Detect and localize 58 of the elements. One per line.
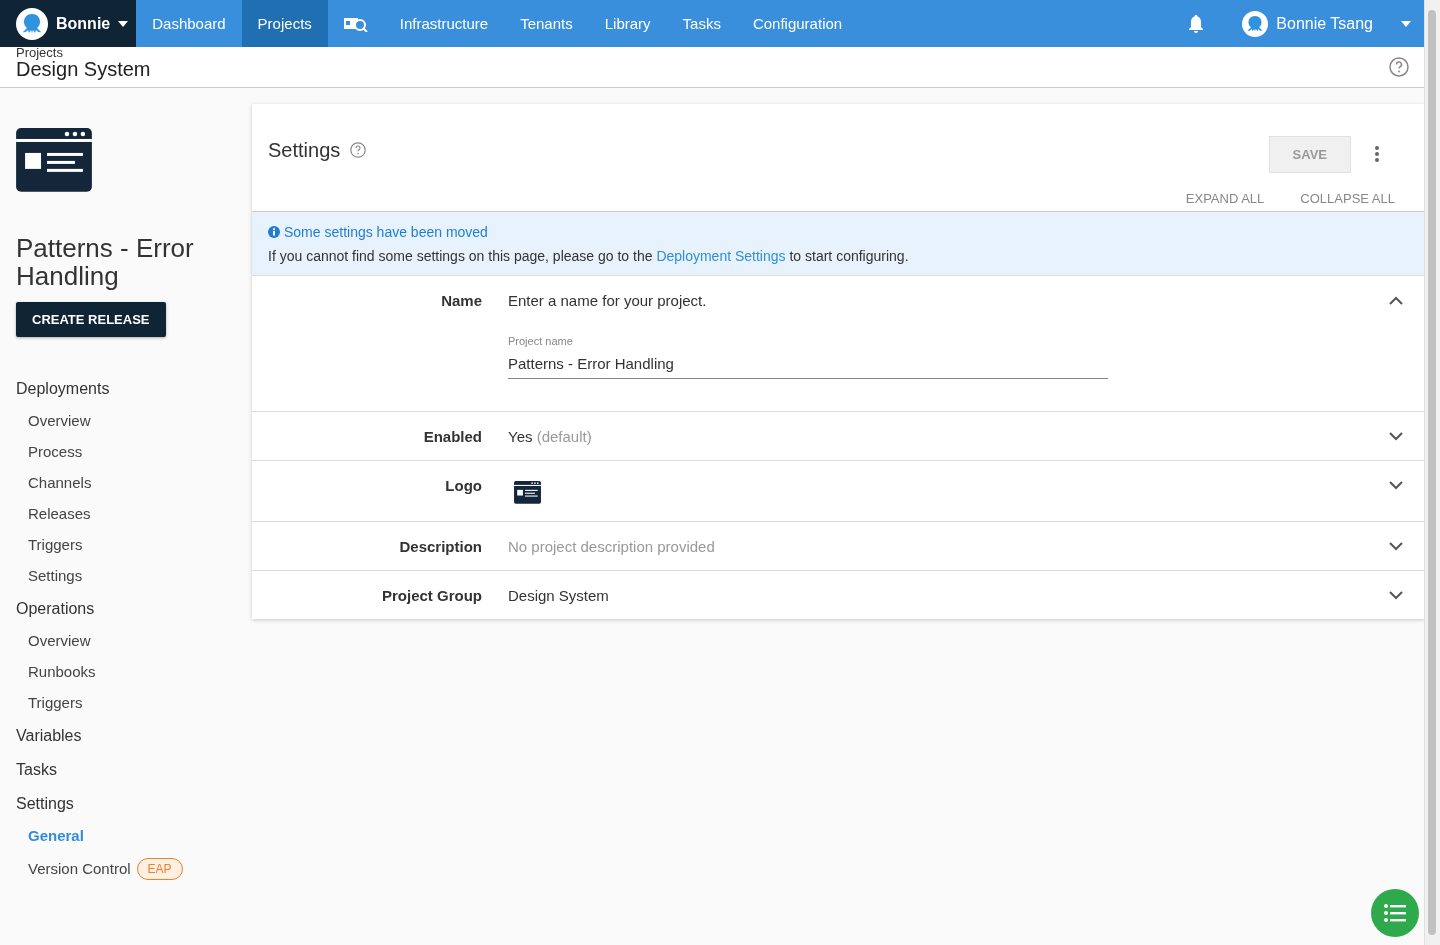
sidebar-item[interactable]: Runbooks — [28, 662, 96, 680]
sidebar-item[interactable]: Releases — [28, 504, 91, 522]
logo-icon — [514, 481, 541, 504]
sidebar-item[interactable]: Channels — [28, 473, 92, 491]
setting-value: Design System — [508, 586, 609, 604]
project-logo-icon — [16, 128, 92, 192]
setting-label: Logo — [445, 477, 482, 494]
sidebar-section[interactable]: Variables — [16, 717, 252, 752]
field-label: Project name — [508, 335, 574, 347]
scrollbar[interactable] — [1424, 0, 1440, 945]
collapse-all-link[interactable]: COLLAPSE ALL — [1294, 190, 1401, 207]
eap-badge: EAP — [136, 857, 183, 880]
help-icon[interactable] — [1389, 57, 1409, 77]
task-list-button[interactable] — [1371, 889, 1419, 937]
breadcrumb-link[interactable]: Projects — [16, 47, 1389, 58]
default-hint: (default) — [536, 428, 592, 445]
setting-label: Enabled — [423, 428, 482, 445]
bell-icon — [1188, 14, 1205, 33]
project-name: Patterns - Error Handling — [16, 233, 195, 290]
card-title: Settings — [268, 139, 341, 162]
create-release-button[interactable]: CREATE RELEASE — [16, 301, 166, 337]
chevron-down-icon[interactable] — [1389, 432, 1403, 441]
more-options-icon[interactable] — [1375, 146, 1379, 162]
sidebar-section[interactable]: Tasks — [16, 751, 252, 786]
caret-icon — [118, 20, 129, 27]
setting-label: Project Group — [382, 586, 482, 604]
sidebar-section[interactable]: Deployments — [16, 370, 252, 405]
sidebar-section[interactable]: Operations — [16, 590, 252, 625]
chevron-down-icon[interactable] — [1389, 590, 1403, 600]
help-text: Enter a name for your project. — [508, 292, 707, 309]
banner-text: If you cannot find some settings on this page, please go to the Deployment Settings to start configuring. — [268, 248, 910, 264]
sidebar-item[interactable]: Triggers — [28, 535, 83, 553]
avatar-icon — [1242, 10, 1269, 37]
setting-label: Name — [441, 292, 482, 309]
project-name-field[interactable]: Patterns - Error Handling — [508, 347, 1108, 379]
sidebar-item[interactable]: Settings — [28, 566, 83, 584]
info-icon — [268, 226, 280, 238]
search-icon — [343, 15, 368, 32]
setting-value: No project description provided — [508, 537, 715, 555]
setting-label: Description — [399, 537, 482, 555]
sidebar-item[interactable]: Overview — [28, 631, 91, 649]
expand-all-link[interactable]: EXPAND ALL — [1179, 190, 1271, 207]
chevron-down-icon[interactable] — [1389, 541, 1403, 551]
list-icon — [1384, 904, 1406, 922]
caret-icon — [1401, 20, 1411, 27]
avatar-icon — [16, 7, 48, 40]
chevron-up-icon[interactable] — [1389, 296, 1403, 305]
sidebar-section[interactable]: Settings — [16, 785, 252, 820]
chevron-down-icon[interactable] — [1389, 481, 1403, 490]
sidebar-item[interactable]: Overview — [28, 411, 91, 429]
sidebar-item[interactable]: Process — [28, 442, 83, 460]
nav-tab[interactable]: Projects — [241, 0, 328, 47]
sidebar-item[interactable]: Version Control — [28, 860, 131, 878]
banner-title: Some settings have been moved — [284, 224, 488, 240]
space-switcher[interactable]: Bonnie — [0, 0, 137, 47]
sidebar-item[interactable]: Triggers — [28, 693, 83, 711]
setting-value: Yes — [508, 428, 533, 445]
help-icon[interactable] — [350, 142, 367, 158]
